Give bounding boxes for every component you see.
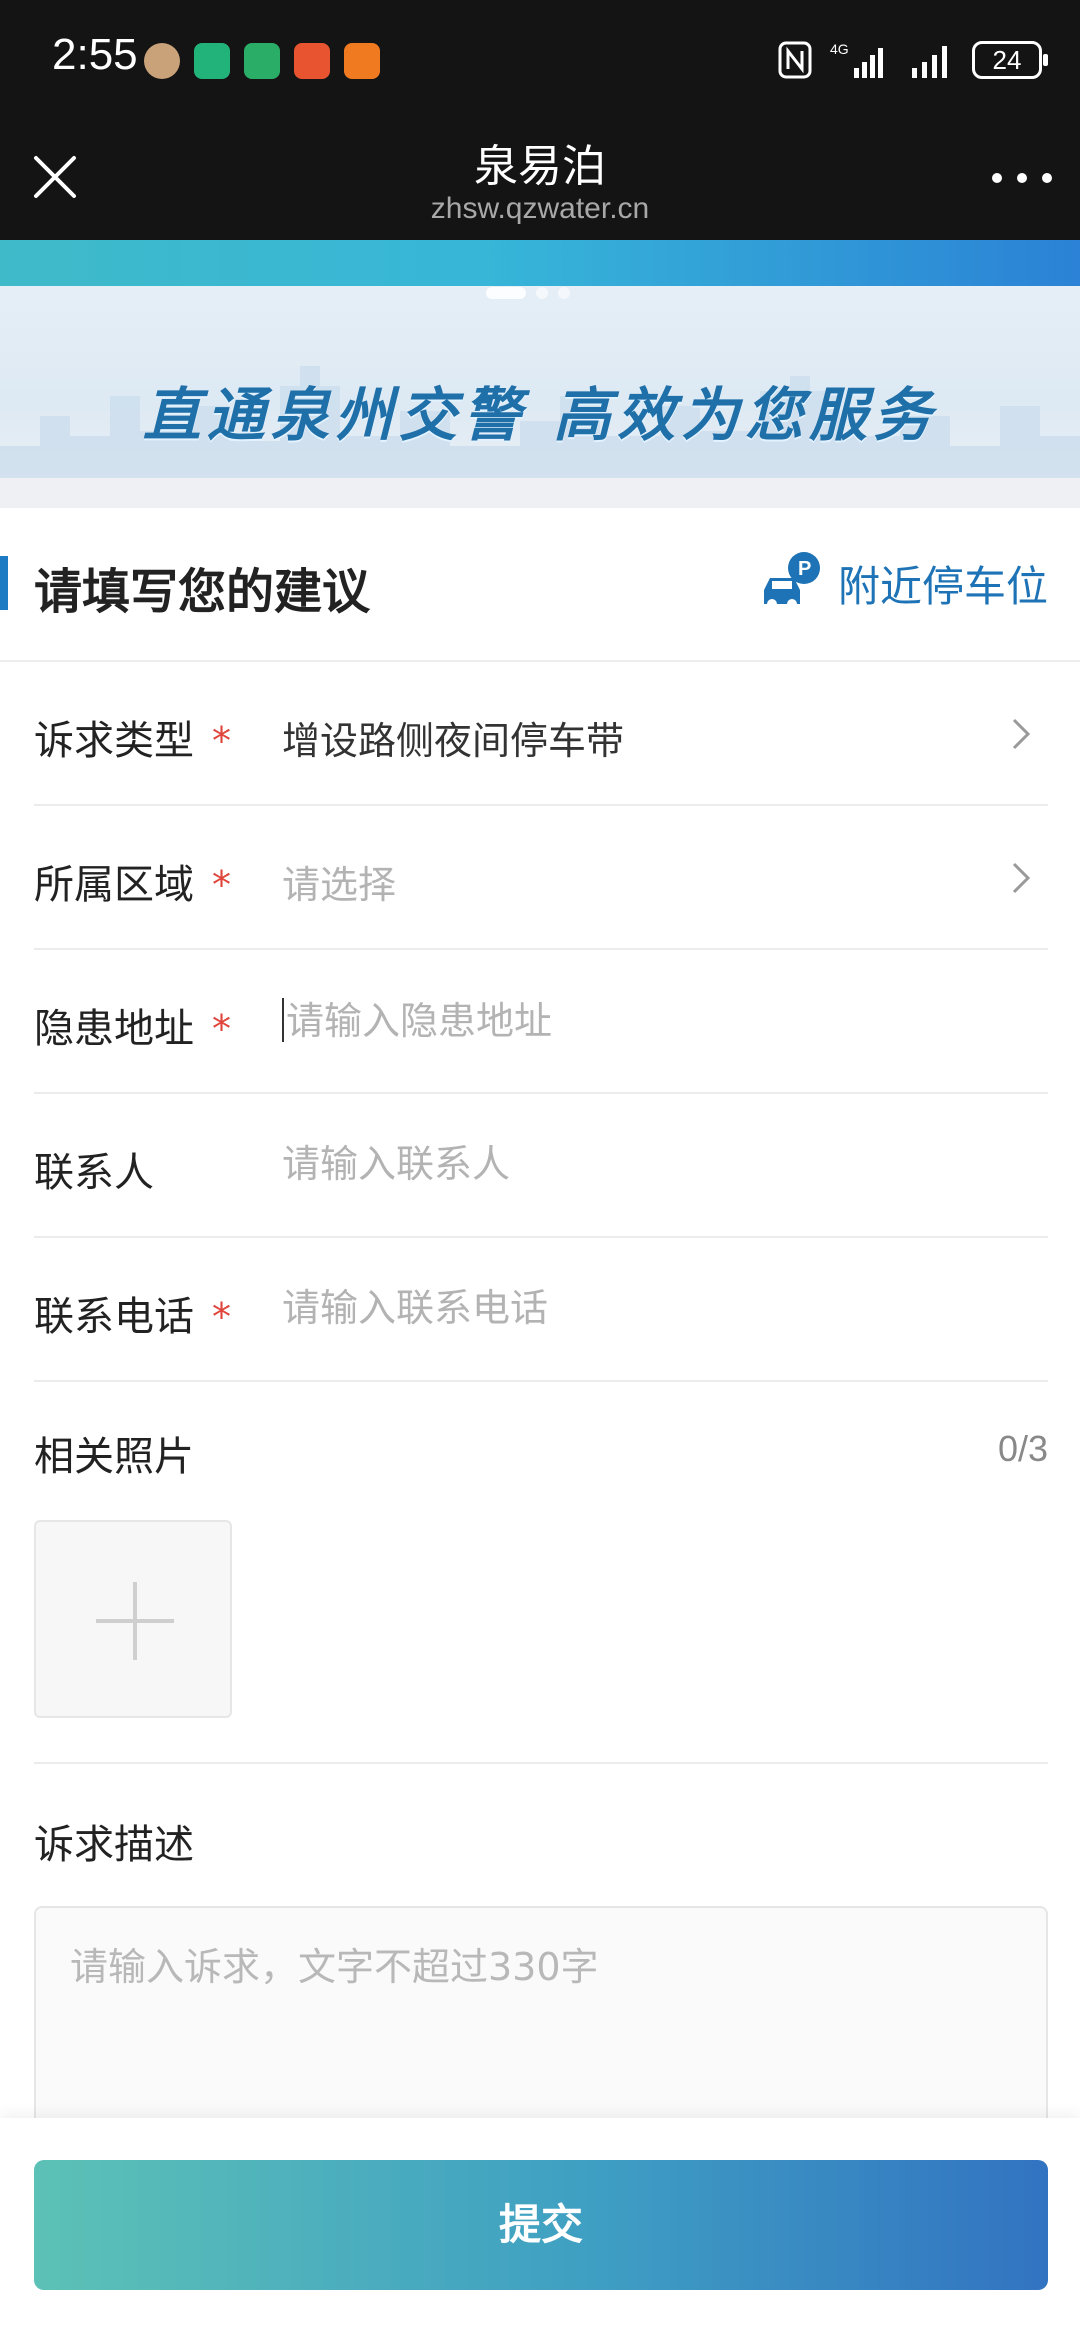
webview-title-bar: 泉易泊 zhsw.qzwater.cn bbox=[0, 120, 1080, 240]
contact-input[interactable] bbox=[282, 1142, 982, 1186]
status-time: 2:55 bbox=[52, 30, 138, 79]
contact-field-wrap bbox=[282, 1142, 982, 1186]
svg-text:4G: 4G bbox=[830, 41, 849, 57]
notification-icons bbox=[144, 43, 380, 79]
wechat-notification-icon bbox=[244, 43, 280, 79]
more-dot-icon bbox=[1042, 173, 1052, 183]
more-dot-icon bbox=[1017, 173, 1027, 183]
description-label: 诉求描述 bbox=[34, 1822, 194, 1868]
carousel-indicator bbox=[486, 287, 570, 299]
app-notification-icon bbox=[194, 43, 230, 79]
photos-label: 相关照片 bbox=[34, 1434, 194, 1480]
contact-row: 联系人 bbox=[34, 1094, 1048, 1238]
text-caret bbox=[282, 998, 284, 1042]
region-row[interactable]: 所属区域 * 请选择 bbox=[34, 806, 1048, 950]
required-mark: * bbox=[212, 863, 231, 907]
section-accent-bar bbox=[0, 556, 8, 610]
page-url: zhsw.qzwater.cn bbox=[430, 192, 650, 225]
region-label: 所属区域 * bbox=[34, 862, 231, 908]
carousel-dot-active[interactable] bbox=[486, 287, 526, 299]
svg-text:P: P bbox=[798, 558, 811, 580]
carousel-dot[interactable] bbox=[558, 287, 570, 299]
system-icons: 4G 24 bbox=[778, 40, 1048, 80]
request-type-value[interactable]: 增设路侧夜间停车带 bbox=[282, 710, 624, 765]
page-title: 泉易泊 bbox=[474, 141, 606, 192]
form-header: 请填写您的建议 P 附近停车位 bbox=[0, 508, 1080, 662]
description-box bbox=[34, 1906, 1048, 2136]
address-label: 隐患地址 * bbox=[34, 1006, 231, 1052]
status-bar: 2:55 4G 24 bbox=[0, 0, 1080, 120]
phone-row: 联系电话 * bbox=[34, 1238, 1048, 1382]
banner-carousel[interactable]: 直通泉州交警 高效为您服务 bbox=[0, 240, 1080, 508]
phone-field-wrap bbox=[282, 1286, 982, 1330]
required-mark: * bbox=[212, 1295, 231, 1339]
photo-upload-button[interactable] bbox=[34, 1520, 232, 1718]
request-type-label: 诉求类型 * bbox=[34, 718, 231, 764]
chevron-right-icon bbox=[1012, 718, 1031, 750]
plus-icon bbox=[96, 1582, 174, 1660]
banner-bottom-strip bbox=[0, 478, 1080, 508]
signal-icon bbox=[912, 46, 947, 78]
request-type-row[interactable]: 诉求类型 * 增设路侧夜间停车带 bbox=[34, 662, 1048, 806]
parking-car-icon: P bbox=[763, 552, 820, 609]
nfc-icon bbox=[778, 41, 812, 79]
more-dot-icon bbox=[992, 173, 1002, 183]
photos-count: 0/3 bbox=[997, 1428, 1048, 1469]
nearby-parking-link[interactable]: P 附近停车位 bbox=[758, 550, 1048, 616]
required-mark: * bbox=[212, 719, 231, 763]
phone-label: 联系电话 * bbox=[34, 1294, 231, 1340]
chevron-right-icon bbox=[1012, 862, 1031, 894]
shop-notification-icon bbox=[294, 43, 330, 79]
carousel-dot[interactable] bbox=[536, 287, 548, 299]
address-field-wrap bbox=[282, 998, 966, 1043]
phone-input[interactable] bbox=[282, 1286, 982, 1330]
nearby-parking-label: 附近停车位 bbox=[837, 561, 1048, 611]
footer-bar: 提交 bbox=[0, 2118, 1080, 2331]
orange-app-notification-icon bbox=[344, 43, 380, 79]
battery-indicator: 24 bbox=[972, 41, 1048, 79]
more-menu-button[interactable] bbox=[992, 160, 1052, 196]
region-select[interactable]: 请选择 bbox=[282, 854, 396, 909]
form-title: 请填写您的建议 bbox=[34, 564, 371, 620]
photos-section: 相关照片 0/3 bbox=[34, 1378, 1048, 1764]
banner-top-strip bbox=[0, 240, 1080, 286]
submit-button[interactable]: 提交 bbox=[34, 2160, 1048, 2290]
description-textarea[interactable] bbox=[36, 1908, 1046, 2134]
avatar-notification-icon bbox=[144, 43, 180, 79]
required-mark: * bbox=[212, 1007, 231, 1051]
address-row: 隐患地址 * bbox=[34, 950, 1048, 1094]
banner-slogan: 直通泉州交警 高效为您服务 bbox=[142, 381, 938, 449]
contact-label: 联系人 bbox=[34, 1150, 154, 1196]
signal-4g-icon: 4G bbox=[830, 41, 883, 78]
address-input[interactable] bbox=[286, 999, 966, 1043]
